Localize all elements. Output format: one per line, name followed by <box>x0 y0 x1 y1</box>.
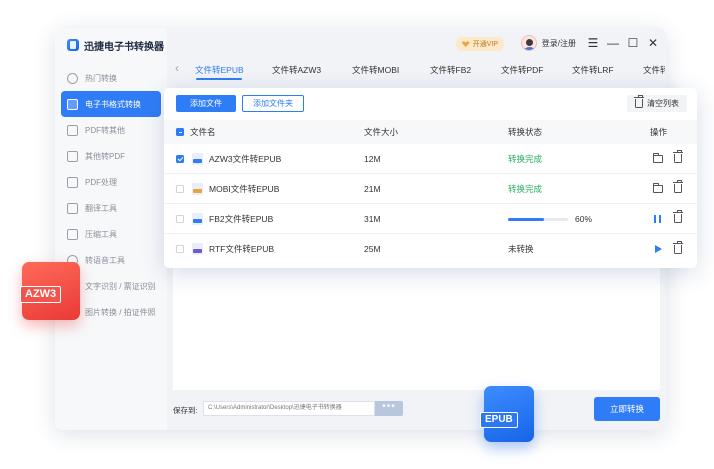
tab-to-pdf[interactable]: 文件转PDF <box>501 64 544 76</box>
login-button[interactable]: 登录/注册 <box>520 35 576 51</box>
status-text: 转换完成 <box>508 183 543 194</box>
azw3-label: AZW3 <box>20 286 62 303</box>
open-folder-icon[interactable] <box>652 152 663 163</box>
add-folder-button[interactable]: 添加文件夹 <box>242 95 304 112</box>
file-name: RTF文件转EPUB <box>209 244 275 254</box>
sidebar-item-pdf-process[interactable]: PDF处理 <box>61 169 161 195</box>
maximize-icon[interactable]: ☐ <box>626 36 640 50</box>
epub-label: EPUB <box>480 412 518 428</box>
save-label: 保存到: <box>173 406 198 415</box>
table-row: MOBI文件转EPUB 21M 转换完成 <box>164 174 697 204</box>
tab-to-mobi[interactable]: 文件转MOBI <box>352 64 399 76</box>
minimize-icon[interactable]: — <box>606 36 620 50</box>
delete-icon[interactable] <box>672 150 683 163</box>
sidebar-item-translate[interactable]: 翻译工具 <box>61 195 161 221</box>
bottom-bar: 保存到: C:\Users\Administrator\Desktop\迅捷电子… <box>173 396 660 424</box>
file-size: 12M <box>364 153 381 164</box>
file-name: FB2文件转EPUB <box>209 213 274 224</box>
vip-button[interactable]: 开通VIP <box>455 37 504 51</box>
save-path-field[interactable]: C:\Users\Administrator\Desktop\迅捷电子书转换器 <box>203 401 375 416</box>
row-checkbox[interactable] <box>176 184 184 193</box>
status-text: 未转换 <box>508 244 534 254</box>
trash-icon <box>633 95 644 108</box>
file-list-area <box>173 268 660 390</box>
progress-bar <box>508 218 568 221</box>
file-size: 25M <box>364 244 381 254</box>
status-text: 转换完成 <box>508 153 543 164</box>
row-checkbox[interactable] <box>176 245 184 253</box>
close-icon[interactable]: ✕ <box>646 36 660 50</box>
browse-button[interactable]: ••• <box>375 401 403 416</box>
tab-to-azw3[interactable]: 文件转AZW3 <box>272 64 321 76</box>
tab-to-epub[interactable]: 文件转EPUB <box>195 64 244 76</box>
pause-icon[interactable] <box>654 214 661 223</box>
progress-fill <box>508 218 544 221</box>
sidebar-item-compress[interactable]: 压缩工具 <box>61 221 161 247</box>
sidebar-item-hot[interactable]: 热门转换 <box>61 65 161 91</box>
convert-now-button[interactable]: 立即转换 <box>594 397 660 421</box>
sidebar-item-other-to-pdf[interactable]: 其他转PDF <box>61 143 161 169</box>
play-icon[interactable] <box>655 245 662 253</box>
translate-icon <box>67 202 78 214</box>
open-folder-icon[interactable] <box>652 182 663 193</box>
file-size: 21M <box>364 183 381 194</box>
brand: 迅捷电子书转换器 <box>67 38 164 53</box>
azw3-badge: AZW3 <box>20 262 80 320</box>
sidebar-item-pdf-to-other[interactable]: PDF转其他 <box>61 117 161 143</box>
header-actions: 操作 <box>650 127 668 137</box>
table-header: 文件名 文件大小 转换状态 操作 <box>164 120 697 144</box>
mobi-file-icon <box>192 182 203 195</box>
format-tabs: ‹ 文件转EPUB 文件转AZW3 文件转MOBI 文件转FB2 文件转PDF … <box>167 58 666 82</box>
epub-badge: EPUB <box>480 386 534 442</box>
row-checkbox[interactable] <box>176 214 184 223</box>
sidebar-item-ebook-format[interactable]: 电子书格式转换 <box>61 91 161 117</box>
pdf-icon <box>67 124 78 136</box>
app-name: 迅捷电子书转换器 <box>84 41 164 53</box>
convert-icon <box>67 150 78 162</box>
fb2-file-icon <box>192 212 203 225</box>
hot-icon <box>67 72 78 84</box>
compress-icon <box>67 228 78 240</box>
chevron-left-icon[interactable]: ‹ <box>175 61 179 75</box>
title-bar: 开通VIP 登录/注册 ☰ — ☐ ✕ <box>167 28 666 58</box>
file-name: AZW3文件转EPUB <box>209 153 282 164</box>
delete-icon[interactable] <box>672 240 683 254</box>
row-checkbox[interactable] <box>176 154 184 163</box>
ebook-icon <box>67 98 78 110</box>
progress-percent: 60% <box>575 213 593 224</box>
app-logo-icon <box>67 39 79 51</box>
file-name: MOBI文件转EPUB <box>209 183 280 194</box>
clear-list-button[interactable]: 清空列表 <box>627 95 687 112</box>
sidebar: 迅捷电子书转换器 热门转换 电子书格式转换 PDF转其他 其他转PDF PDF处… <box>55 28 167 430</box>
file-list-panel: 添加文件 添加文件夹 清空列表 文件名 文件大小 转换状态 操作 AZW3文件转… <box>164 88 697 268</box>
header-size: 文件大小 <box>364 127 399 137</box>
menu-icon[interactable]: ☰ <box>586 36 600 50</box>
header-name: 文件名 <box>176 120 216 144</box>
add-file-button[interactable]: 添加文件 <box>176 95 236 112</box>
table-row: FB2文件转EPUB 31M 60% <box>164 204 697 234</box>
rtf-file-icon <box>192 243 203 255</box>
tab-indicator <box>196 78 242 80</box>
select-all-checkbox[interactable] <box>176 128 184 136</box>
crown-icon <box>461 41 470 47</box>
azw3-file-icon <box>192 152 203 165</box>
delete-icon[interactable] <box>672 180 683 193</box>
table-row: RTF文件转EPUB 25M 未转换 <box>164 234 697 264</box>
delete-icon[interactable] <box>672 210 683 223</box>
tab-more[interactable]: 文件转 <box>643 64 665 76</box>
tab-to-fb2[interactable]: 文件转FB2 <box>430 64 471 76</box>
avatar <box>520 35 537 51</box>
pdf-edit-icon <box>67 176 78 188</box>
file-size: 31M <box>364 213 381 224</box>
table-row: AZW3文件转EPUB 12M 转换完成 <box>164 144 697 174</box>
header-status: 转换状态 <box>508 127 543 137</box>
tab-to-lrf[interactable]: 文件转LRF <box>572 64 614 76</box>
